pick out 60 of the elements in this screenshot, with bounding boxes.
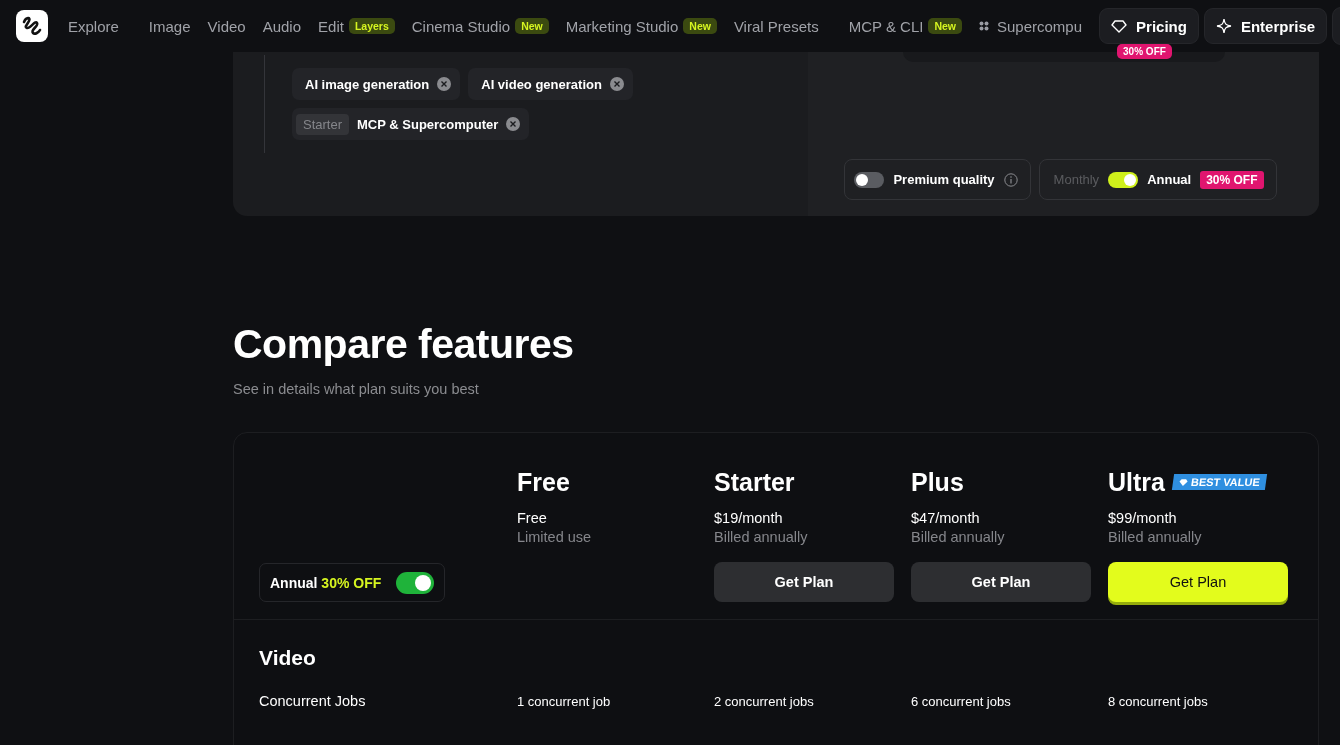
annual-toggle[interactable] [396,571,434,594]
enterprise-button[interactable]: Enterprise [1203,8,1328,44]
toggle-label: Annual [1147,172,1192,187]
toggle-label: Annual 30% OFF [270,574,382,591]
nav-link[interactable]: Marketing Studio New [565,17,717,35]
filter-chip[interactable]: AI video generation [468,68,633,100]
category-heading: Video [258,645,317,670]
nav-link[interactable]: MCP & CLI New [848,17,962,35]
remove-icon[interactable] [506,117,521,131]
nav-link[interactable]: Viral Presets [733,17,819,35]
section-subtitle: See in details what plan suits you best [233,381,480,397]
grid-icon [979,21,989,31]
plan-price: $99/month [1108,510,1178,526]
plan-name: Ultra [1108,467,1165,497]
diamond-icon [1111,18,1128,34]
get-plan-button[interactable]: Get Plan [1108,562,1288,602]
sparkle-icon [1215,18,1232,34]
remove-icon[interactable] [609,77,624,91]
filter-chip[interactable]: AI image generation [292,68,461,100]
discount-badge: 30% OFF [1117,44,1172,59]
discount-badge: 30% OFF [1200,170,1264,189]
premium-toggle[interactable] [854,171,885,188]
nav-link[interactable]: Image [148,17,191,35]
toggle-label: Premium quality [893,172,995,187]
plan-price: $47/month [911,510,981,526]
nav-link[interactable]: Cinema Studio New [411,17,549,35]
info-icon[interactable] [1003,172,1018,187]
remove-icon[interactable] [437,77,452,91]
diamond-icon [1178,477,1189,487]
nav-link[interactable]: Explore [68,17,119,35]
plan-name: Plus [911,467,964,497]
plan-note: Billed annually [1108,529,1203,545]
best-value-badge: BEST VALUE [1171,474,1267,490]
nav-link[interactable]: Audio [262,17,302,35]
billing-toggle[interactable] [1108,171,1139,188]
pricing-button[interactable]: Pricing [1099,8,1199,44]
table-cell-text: 6 concurrent jobs [911,693,1012,709]
table-cell-text: 1 concurrent job [517,693,612,709]
plan-price: $19/month [714,510,784,526]
feature-name: Concurrent Jobs [259,693,367,709]
chip-label: MCP & Supercomputer [357,116,499,132]
chip-label: AI video generation [481,76,602,92]
plan-price: Free [517,510,548,526]
chip-label: AI image generation [305,76,430,92]
toggle-label: Monthly [1053,172,1100,187]
plan-name: Starter [714,467,795,497]
logo-icon[interactable] [16,10,48,42]
plan-note: Billed annually [911,529,1006,545]
nav-link[interactable]: Supercompu [979,17,1083,35]
plan-tag: Starter [296,113,349,135]
plan-note: Limited use [517,529,593,545]
plan-name: Free [517,467,570,497]
section-heading: Compare features [233,320,575,368]
get-plan-button[interactable]: Get Plan [714,562,894,602]
filter-chip[interactable]: Starter MCP & Supercomputer [292,108,530,140]
get-plan-button[interactable]: Get Plan [911,562,1091,602]
table-cell-text: 8 concurrent jobs [1108,693,1209,709]
table-cell-text: 2 concurrent jobs [714,693,815,709]
plan-note: Billed annually [714,529,809,545]
nav-link[interactable]: Video [207,17,246,35]
